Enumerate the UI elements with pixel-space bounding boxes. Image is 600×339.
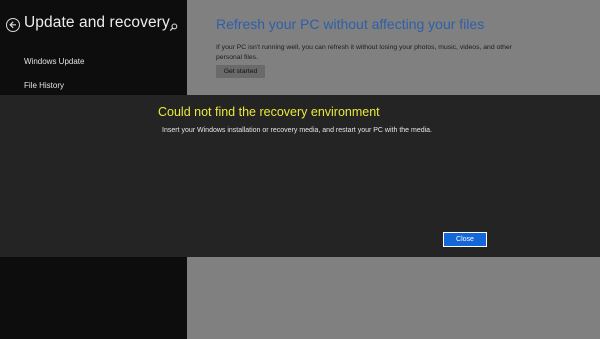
nav-item-file-history[interactable]: File History [24, 81, 64, 90]
back-arrow-icon [9, 21, 16, 29]
search-button[interactable] [169, 19, 178, 37]
search-icon [169, 23, 178, 32]
dialog-title: Could not find the recovery environment [158, 105, 380, 119]
close-button[interactable]: Close [443, 232, 487, 247]
back-button[interactable] [6, 18, 20, 32]
content-description: If your PC isn't running well, you can r… [216, 44, 512, 61]
dialog-message: Insert your Windows installation or reco… [162, 127, 433, 134]
error-dialog: Could not find the recovery environment … [0, 95, 600, 257]
nav-item-windows-update[interactable]: Windows Update [24, 57, 84, 66]
content-title: Refresh your PC without affecting your f… [216, 16, 485, 32]
get-started-button[interactable]: Get started [216, 65, 265, 78]
pane-title: Update and recovery [24, 14, 170, 31]
